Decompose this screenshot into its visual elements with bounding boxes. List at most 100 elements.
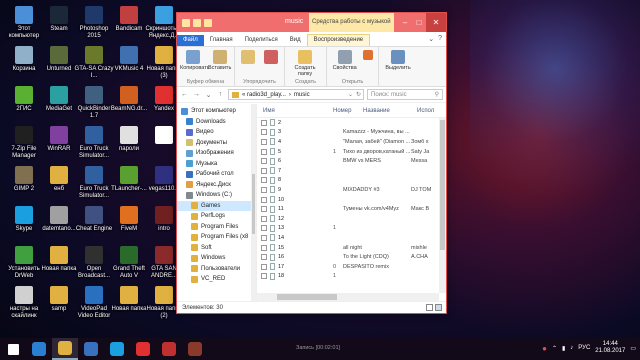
properties-icon[interactable]: [193, 18, 201, 27]
file-row[interactable]: 16 To the Light (CDQ) A.CHA: [257, 252, 446, 262]
desktop-icon[interactable]: Новая папка: [39, 246, 79, 273]
search-input[interactable]: Поиск: music ⚲: [367, 89, 443, 100]
file-row[interactable]: 6 BMW vs MERS Messa: [257, 156, 446, 166]
desktop-icon[interactable]: VKMusic 4: [109, 46, 149, 73]
close-button[interactable]: ✕: [426, 13, 446, 32]
breadcrumb-parent[interactable]: « radio3d_play...: [242, 92, 286, 98]
address-bar[interactable]: « radio3d_play... › music ⌄ ↻: [228, 89, 364, 100]
file-horizontal-scrollbar[interactable]: [257, 293, 439, 301]
desktop-icon[interactable]: GIMP 2: [4, 166, 44, 193]
row-checkbox[interactable]: [261, 177, 267, 184]
desktop-icon[interactable]: Grand Theft Auto V: [109, 246, 149, 280]
row-checkbox[interactable]: [261, 158, 267, 165]
tray-chevron-icon[interactable]: ⌃: [552, 345, 557, 352]
minimize-button[interactable]: –: [398, 13, 412, 32]
nav-item[interactable]: Этот компьютер: [177, 106, 256, 117]
file-row[interactable]: 12: [257, 214, 446, 224]
desktop-icon[interactable]: Cheat Engine: [74, 206, 114, 233]
nav-item[interactable]: Windows (C:): [177, 190, 256, 201]
row-checkbox[interactable]: [261, 225, 267, 232]
nav-item[interactable]: Видео: [177, 127, 256, 138]
language-indicator[interactable]: РУС: [578, 345, 590, 351]
desktop-icon[interactable]: настры на скайлинк: [4, 286, 44, 320]
file-row[interactable]: 4 "Малая, забей" (Diamon ... Зомб х: [257, 137, 446, 147]
tab-file[interactable]: Файл: [177, 35, 204, 46]
refresh-icon[interactable]: ↻: [356, 91, 363, 98]
row-checkbox[interactable]: [261, 244, 267, 251]
file-row[interactable]: 11 Тумены vk.com/v4Myz Макс В: [257, 204, 446, 214]
taskbar-start-button[interactable]: [0, 338, 26, 360]
desktop-icon[interactable]: пароли: [109, 126, 149, 153]
breadcrumb-current[interactable]: music: [294, 92, 310, 98]
file-row[interactable]: 15 all night mishle: [257, 243, 446, 253]
details-view-icon[interactable]: [426, 304, 433, 311]
volume-icon[interactable]: ♪: [570, 345, 573, 351]
taskbar-store-button[interactable]: [78, 338, 104, 360]
desktop-icon[interactable]: Установить DrWeb: [4, 246, 44, 280]
row-checkbox[interactable]: [261, 273, 267, 280]
maximize-button[interactable]: □: [412, 13, 426, 32]
taskbar-yandex-button[interactable]: [130, 338, 156, 360]
clock[interactable]: 14:44 21.08.2017: [595, 341, 625, 355]
file-row[interactable]: 9 MIXDADDY #3 DJ TOM: [257, 185, 446, 195]
nav-scroll-thumb[interactable]: [252, 174, 255, 234]
nav-item[interactable]: Изображения: [177, 148, 256, 159]
taskbar-skype-button[interactable]: [104, 338, 130, 360]
select-button[interactable]: Выделить: [382, 49, 414, 86]
nav-item[interactable]: Рабочий стол: [177, 169, 256, 180]
column-header-title[interactable]: Название: [359, 108, 411, 114]
title-bar[interactable]: Средства работы с музыкой music – □ ✕: [177, 13, 446, 32]
row-checkbox[interactable]: [261, 186, 267, 193]
column-header-artist[interactable]: Испол: [411, 108, 434, 114]
nav-item[interactable]: Program Files: [177, 222, 256, 233]
row-checkbox[interactable]: [261, 206, 267, 213]
file-scroll-thumb[interactable]: [440, 120, 445, 250]
desktop-icon[interactable]: Open Broadcast...: [74, 246, 114, 280]
desktop-icon[interactable]: Steam: [39, 6, 79, 33]
tab-view[interactable]: Вид: [284, 35, 307, 46]
desktop-icon[interactable]: QuickBinder 1.7: [74, 86, 114, 120]
desktop-icon[interactable]: TLauncher-...: [109, 166, 149, 193]
file-row[interactable]: 17 0 DESPASITO remix: [257, 262, 446, 272]
desktop-icon[interactable]: FiveM: [109, 206, 149, 233]
column-header-number[interactable]: Номер: [319, 108, 359, 114]
nav-item[interactable]: Яндекс.Диск: [177, 180, 256, 191]
file-row[interactable]: 10: [257, 195, 446, 205]
desktop-icon[interactable]: Корзина: [4, 46, 44, 73]
dropdown-chevron-icon[interactable]: ⌄: [348, 91, 353, 98]
taskbar-gta-button[interactable]: [182, 338, 208, 360]
row-checkbox[interactable]: [261, 119, 267, 126]
row-checkbox[interactable]: [261, 167, 267, 174]
desktop-icon[interactable]: Photoshop 2015: [74, 6, 114, 40]
column-header-name[interactable]: Имя: [257, 108, 319, 114]
notifications-icon[interactable]: ▭: [630, 345, 636, 352]
desktop-icon[interactable]: 2ГИС: [4, 86, 44, 113]
network-icon[interactable]: ▮: [562, 345, 565, 352]
desktop-icon[interactable]: Euro Truck Simulator...: [74, 166, 114, 200]
row-checkbox[interactable]: [261, 254, 267, 261]
file-row[interactable]: 14: [257, 233, 446, 243]
file-vertical-scrollbar[interactable]: [439, 118, 446, 293]
nav-item[interactable]: Музыка: [177, 159, 256, 170]
row-checkbox[interactable]: [261, 129, 267, 136]
forward-arrow-icon[interactable]: →: [192, 91, 201, 98]
tab-home[interactable]: Главная: [204, 35, 239, 46]
desktop-icon[interactable]: Unturned: [39, 46, 79, 73]
file-row[interactable]: 3 Kamazzz - Мужчина, вы ...: [257, 128, 446, 138]
file-row[interactable]: 2: [257, 118, 446, 128]
taskbar-ie-button[interactable]: [26, 338, 52, 360]
large-icons-view-icon[interactable]: [435, 304, 442, 311]
desktop-icon[interactable]: Skype: [4, 206, 44, 233]
row-checkbox[interactable]: [261, 148, 267, 155]
desktop-icon[interactable]: Euro Truck Simulator...: [74, 126, 114, 160]
desktop-icon[interactable]: Этот компьютер: [4, 6, 44, 40]
desktop-icon[interactable]: samp: [39, 286, 79, 313]
row-checkbox[interactable]: [261, 196, 267, 203]
nav-item[interactable]: Soft: [177, 243, 256, 254]
tab-share[interactable]: Поделиться: [239, 35, 284, 46]
row-checkbox[interactable]: [261, 138, 267, 145]
desktop-icon[interactable]: Новая папка: [109, 286, 149, 313]
file-row[interactable]: 18 1: [257, 272, 446, 282]
desktop-icon[interactable]: WinRAR: [39, 126, 79, 153]
nav-item[interactable]: Games: [177, 200, 256, 211]
